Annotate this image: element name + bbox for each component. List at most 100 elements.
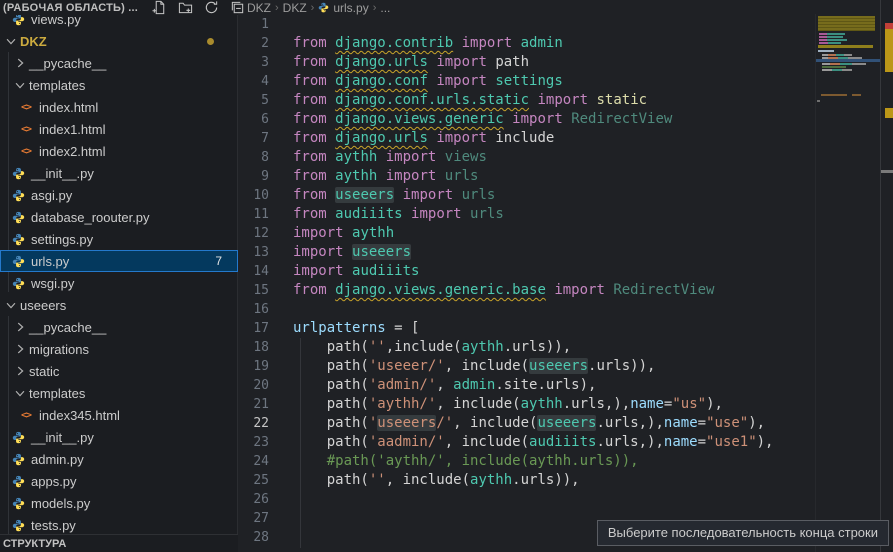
code-line-2[interactable]: 2from django.contrib import admin — [239, 34, 879, 53]
new-folder-icon[interactable] — [178, 0, 193, 15]
collapse-all-icon[interactable] — [230, 0, 245, 15]
line-number: 17 — [239, 319, 269, 338]
vscode-window: views.pyDKZ__pycache__templates<>index.h… — [0, 0, 893, 552]
line-number: 7 — [239, 129, 269, 148]
code-line-15[interactable]: 15from django.views.generic.base import … — [239, 281, 879, 300]
tree-item-label: index.html — [39, 100, 98, 115]
line-number: 26 — [239, 490, 269, 509]
python-file-icon — [11, 474, 25, 488]
outline-section-header[interactable]: СТРУКТУРА — [0, 534, 238, 552]
overview-ruler[interactable] — [880, 0, 893, 552]
tree-item-templates[interactable]: templates — [0, 382, 238, 404]
code-line-19[interactable]: 19 path('useeer/', include(useeers.urls)… — [239, 357, 879, 376]
code-line-5[interactable]: 5from django.conf.urls.static import sta… — [239, 91, 879, 110]
line-number: 11 — [239, 205, 269, 224]
tree-item-label: useeers — [20, 298, 66, 313]
code-line-3[interactable]: 3from django.urls import path — [239, 53, 879, 72]
tree-item-__pycache__[interactable]: __pycache__ — [0, 316, 238, 338]
code-text: import audiiits — [293, 262, 419, 281]
code-line-26[interactable]: 26 — [239, 490, 879, 509]
line-number: 10 — [239, 186, 269, 205]
tree-item-DKZ[interactable]: DKZ — [0, 30, 238, 52]
tree-item-label: DKZ — [20, 34, 47, 49]
tree-item-index.html[interactable]: <> index.html — [0, 96, 238, 118]
code-line-17[interactable]: 17 urlpatterns = [ — [239, 319, 879, 338]
tree-item-label: templates — [29, 386, 85, 401]
code-text: path('aythh/', include(aythh.urls,),name… — [293, 395, 723, 414]
tree-item-templates[interactable]: templates — [0, 74, 238, 96]
tree-item-__pycache__[interactable]: __pycache__ — [0, 52, 238, 74]
breadcrumb-item[interactable]: ... — [380, 1, 390, 15]
code-line-7[interactable]: 7from django.urls import include — [239, 129, 879, 148]
explorer-section-header[interactable]: (РАБОЧАЯ ОБЛАСТЬ) ... — [0, 0, 238, 15]
breadcrumb-item[interactable]: DKZ — [283, 1, 307, 15]
code-line-23[interactable]: 23 path('aadmin/', include(audiiits.urls… — [239, 433, 879, 452]
tree-item-label: apps.py — [31, 474, 77, 489]
code-line-16[interactable]: 16 — [239, 300, 879, 319]
code-line-12[interactable]: 12import aythh — [239, 224, 879, 243]
tree-item-models.py[interactable]: models.py — [0, 492, 238, 514]
tree-item-admin.py[interactable]: admin.py — [0, 448, 238, 470]
tree-item-tests.py[interactable]: tests.py — [0, 514, 238, 534]
tree-item-useeers[interactable]: useeers — [0, 294, 238, 316]
code-text: from django.conf import settings — [293, 72, 563, 91]
tree-item-__init__.py[interactable]: __init__.py — [0, 162, 238, 184]
refresh-icon[interactable] — [204, 0, 219, 15]
tree-item-label: __init__.py — [31, 430, 94, 445]
code-line-9[interactable]: 9from aythh import urls — [239, 167, 879, 186]
code-line-6[interactable]: 6from django.views.generic import Redire… — [239, 110, 879, 129]
tree-item-urls.py[interactable]: urls.py7 — [0, 250, 238, 272]
tree-item-static[interactable]: static — [0, 360, 238, 382]
tree-item-label: index1.html — [39, 122, 105, 137]
code-line-10[interactable]: 10from useeers import urls — [239, 186, 879, 205]
new-file-icon[interactable] — [152, 0, 167, 15]
code-text: from django.urls import path — [293, 53, 529, 72]
tree-item-__init__.py[interactable]: __init__.py — [0, 426, 238, 448]
tree-item-settings.py[interactable]: settings.py — [0, 228, 238, 250]
chevron-down-icon — [4, 298, 18, 312]
breadcrumb-item[interactable]: urls.py — [333, 1, 368, 15]
code-text: from audiiits import urls — [293, 205, 504, 224]
code-line-13[interactable]: 13import useeers — [239, 243, 879, 262]
tree-item-wsgi.py[interactable]: wsgi.py — [0, 272, 238, 294]
line-number: 5 — [239, 91, 269, 110]
chevron-down-icon — [13, 78, 27, 92]
line-number: 14 — [239, 262, 269, 281]
tree-item-apps.py[interactable]: apps.py — [0, 470, 238, 492]
code-line-14[interactable]: 14 import audiiits — [239, 262, 879, 281]
line-number: 1 — [239, 15, 269, 34]
tree-item-index345.html[interactable]: <>index345.html — [0, 404, 238, 426]
code-line-21[interactable]: 21 path('aythh/', include(aythh.urls,),n… — [239, 395, 879, 414]
explorer-sidebar: views.pyDKZ__pycache__templates<>index.h… — [0, 0, 238, 552]
tree-item-index2.html[interactable]: <>index2.html — [0, 140, 238, 162]
code-text: import useeers — [293, 243, 411, 262]
tree-item-asgi.py[interactable]: asgi.py — [0, 184, 238, 206]
code-line-8[interactable]: 8from aythh import views — [239, 148, 879, 167]
editor-pane: DKZ›DKZ›urls.py›... 12from django.contri… — [239, 0, 893, 552]
code-line-1[interactable]: 1 — [239, 15, 879, 34]
html-file-icon: <> — [19, 100, 33, 114]
tree-item-label: asgi.py — [31, 188, 72, 203]
tree-item-index1.html[interactable]: <>index1.html — [0, 118, 238, 140]
code-line-4[interactable]: 4from django.conf import settings — [239, 72, 879, 91]
code-line-11[interactable]: 11 from audiiits import urls — [239, 205, 879, 224]
tree-item-label: settings.py — [31, 232, 93, 247]
explorer-actions — [152, 0, 245, 15]
python-file-icon — [11, 452, 25, 466]
minimap[interactable] — [815, 14, 880, 552]
code-text: #path('aythh/', include(aythh.urls)), — [293, 452, 639, 471]
code-line-20[interactable]: 20 path('admin/', admin.site.urls), — [239, 376, 879, 395]
code-line-25[interactable]: 25 path('', include(aythh.urls)), — [239, 471, 879, 490]
code-text: urlpatterns = [ — [293, 319, 419, 338]
code-line-18[interactable]: 18 path('',include(aythh.urls)), — [239, 338, 879, 357]
tree-item-migrations[interactable]: migrations — [0, 338, 238, 360]
breadcrumb-item[interactable]: DKZ — [247, 1, 271, 15]
code-area[interactable]: 12from django.contrib import admin3from … — [239, 15, 815, 552]
chevron-down-icon — [4, 34, 18, 48]
line-number: 2 — [239, 34, 269, 53]
python-file-icon — [318, 2, 329, 13]
chevron-right-icon — [13, 342, 27, 356]
code-line-22[interactable]: 22 path('useeers/', include(useeers.urls… — [239, 414, 879, 433]
code-line-24[interactable]: 24 #path('aythh/', include(aythh.urls)), — [239, 452, 879, 471]
tree-item-database_roouter.py[interactable]: database_roouter.py — [0, 206, 238, 228]
